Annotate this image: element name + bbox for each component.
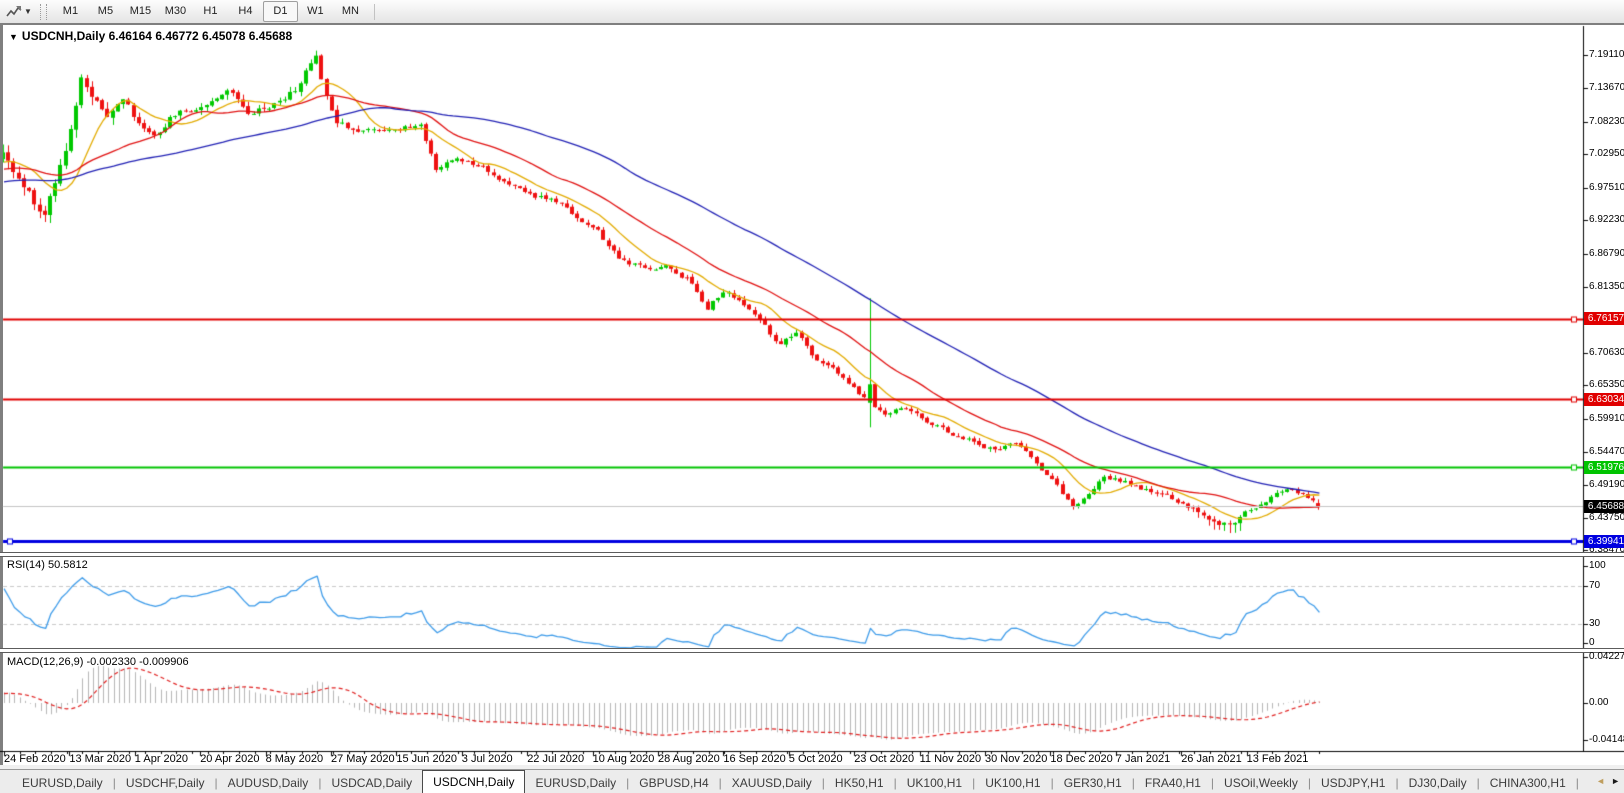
date-axis-label: 3 Jul 2020	[461, 753, 513, 765]
macd-indicator-label: MACD(12,26,9) -0.002330 -0.009906	[7, 656, 189, 668]
date-axis-label: 11 Nov 2020	[919, 753, 982, 765]
tab-uk100-h1[interactable]: UK100,H1	[975, 773, 1050, 793]
price-axis-label: 6.97510	[1589, 181, 1624, 193]
chart-title: ▼ USDCNH,Daily 6.46164 6.46772 6.45078 6.…	[9, 29, 292, 43]
collapse-caret-icon[interactable]: ▼	[9, 32, 18, 42]
macd-axis-label: 0.042275	[1589, 651, 1624, 662]
tab-hk50-h1[interactable]: HK50,H1	[825, 773, 894, 793]
date-axis-label: 7 Jan 2021	[1115, 753, 1171, 765]
price-axis-label: 7.13670	[1589, 82, 1624, 94]
rsi-indicator-label: RSI(14) 50.5812	[7, 559, 88, 571]
price-axis-label: 6.86790	[1589, 247, 1624, 259]
tab-ger30-h1[interactable]: GER30,H1	[1054, 773, 1132, 793]
rsi-axis-label: 100	[1589, 560, 1606, 571]
tab-fra40-h1[interactable]: FRA40,H1	[1135, 773, 1211, 793]
tab-usdchf-daily[interactable]: USDCHF,Daily	[116, 773, 215, 793]
date-axis-label: 27 May 2020	[331, 753, 395, 765]
date-axis-label: 28 Aug 2020	[658, 753, 720, 765]
tab-usoil-weekly[interactable]: USOil,Weekly	[1214, 773, 1308, 793]
tab-usdjpy-h1[interactable]: USDJPY,H1	[1311, 773, 1395, 793]
hline-price-badge: 6.63034	[1584, 392, 1624, 406]
price-axis-label: 7.02950	[1589, 148, 1624, 160]
price-axis-label: 6.54470	[1589, 446, 1624, 458]
tab-xauusd-daily[interactable]: XAUUSD,Daily	[722, 773, 822, 793]
date-axis-label: 10 Aug 2020	[592, 753, 655, 765]
price-axis-label: 6.81350	[1589, 280, 1624, 292]
date-axis-label: 23 Oct 2020	[854, 753, 915, 765]
scroll-left-icon[interactable]: ◄	[1596, 777, 1605, 786]
date-axis-label: 20 Apr 2020	[200, 753, 260, 765]
date-axis-label: 30 Nov 2020	[985, 753, 1048, 765]
tab-usdcnh-daily[interactable]: USDCNH,Daily	[422, 770, 526, 793]
hline-price-badge: 6.39941	[1584, 534, 1624, 548]
price-axis-label: 6.70630	[1589, 346, 1624, 358]
mt4-application-window: ▼ M1M5M15M30H1H4D1W1MN ▼USDCNH,Daily 6.4…	[0, 0, 1624, 793]
date-axis-label: 18 Dec 2020	[1050, 753, 1113, 765]
tab-eurusd-daily[interactable]: EURUSD,Daily	[525, 773, 626, 793]
tab-audusd-daily[interactable]: AUDUSD,Daily	[218, 773, 319, 793]
macd-axis-label: 0.00	[1589, 697, 1609, 708]
date-axis-label: 5 Oct 2020	[788, 753, 843, 765]
date-axis-label: 16 Sep 2020	[723, 753, 786, 765]
date-axis-label: 26 Jan 2021	[1181, 753, 1242, 765]
price-axis-label: 6.49190	[1589, 478, 1624, 490]
date-axis-label: 13 Feb 2021	[1246, 753, 1309, 765]
price-axis-label: 7.19110	[1589, 49, 1624, 60]
tab-gbpusd-h4[interactable]: GBPUSD,H4	[629, 773, 718, 793]
chart-title-text: USDCNH,Daily 6.46164 6.46772 6.45078 6.4…	[21, 29, 293, 43]
chart-tab-bar: EURUSD,Daily | USDCHF,Daily | AUDUSD,Daily | U…	[0, 769, 1624, 793]
date-axis-label: 8 May 2020	[265, 753, 324, 765]
scroll-right-icon[interactable]: ►	[1611, 777, 1620, 786]
tab-eurusd-daily[interactable]: EURUSD,Daily	[12, 773, 113, 793]
price-axis-label: 6.92230	[1589, 214, 1624, 226]
hline-price-badge: 6.51976	[1584, 460, 1624, 474]
tab-usdcad-daily[interactable]: USDCAD,Daily	[321, 773, 422, 793]
date-axis-label: 13 Mar 2020	[69, 753, 132, 765]
price-axis-label: 6.59910	[1589, 412, 1624, 424]
price-axis-label: 6.65350	[1589, 379, 1624, 391]
tab-china300-h1[interactable]: CHINA300,H1	[1480, 773, 1576, 793]
panel-separator[interactable]	[0, 552, 1624, 557]
tab-scroll-controls: ◄ ►	[1584, 770, 1624, 793]
date-axis-label: 24 Feb 2020	[4, 753, 66, 765]
price-axis-label: 6.43750	[1589, 511, 1624, 523]
date-axis-label: 15 Jun 2020	[396, 753, 457, 765]
macd-axis-label: -0.04148	[1589, 734, 1624, 745]
rsi-axis-label: 70	[1589, 580, 1601, 591]
panel-separator[interactable]	[0, 648, 1624, 653]
rsi-axis-label: 0	[1589, 637, 1595, 648]
chart-canvas[interactable]	[0, 0, 1624, 793]
tab-dj30-daily[interactable]: DJ30,Daily	[1399, 773, 1477, 793]
date-axis-label: 22 Jul 2020	[527, 753, 585, 765]
tab-uk100-h1[interactable]: UK100,H1	[897, 773, 972, 793]
hline-price-badge: 6.76157	[1584, 312, 1624, 326]
date-axis-label: 1 Apr 2020	[134, 753, 189, 765]
price-axis-label: 7.08230	[1589, 115, 1624, 127]
rsi-axis-label: 30	[1589, 618, 1601, 629]
current-price-badge: 6.45688	[1584, 499, 1624, 513]
